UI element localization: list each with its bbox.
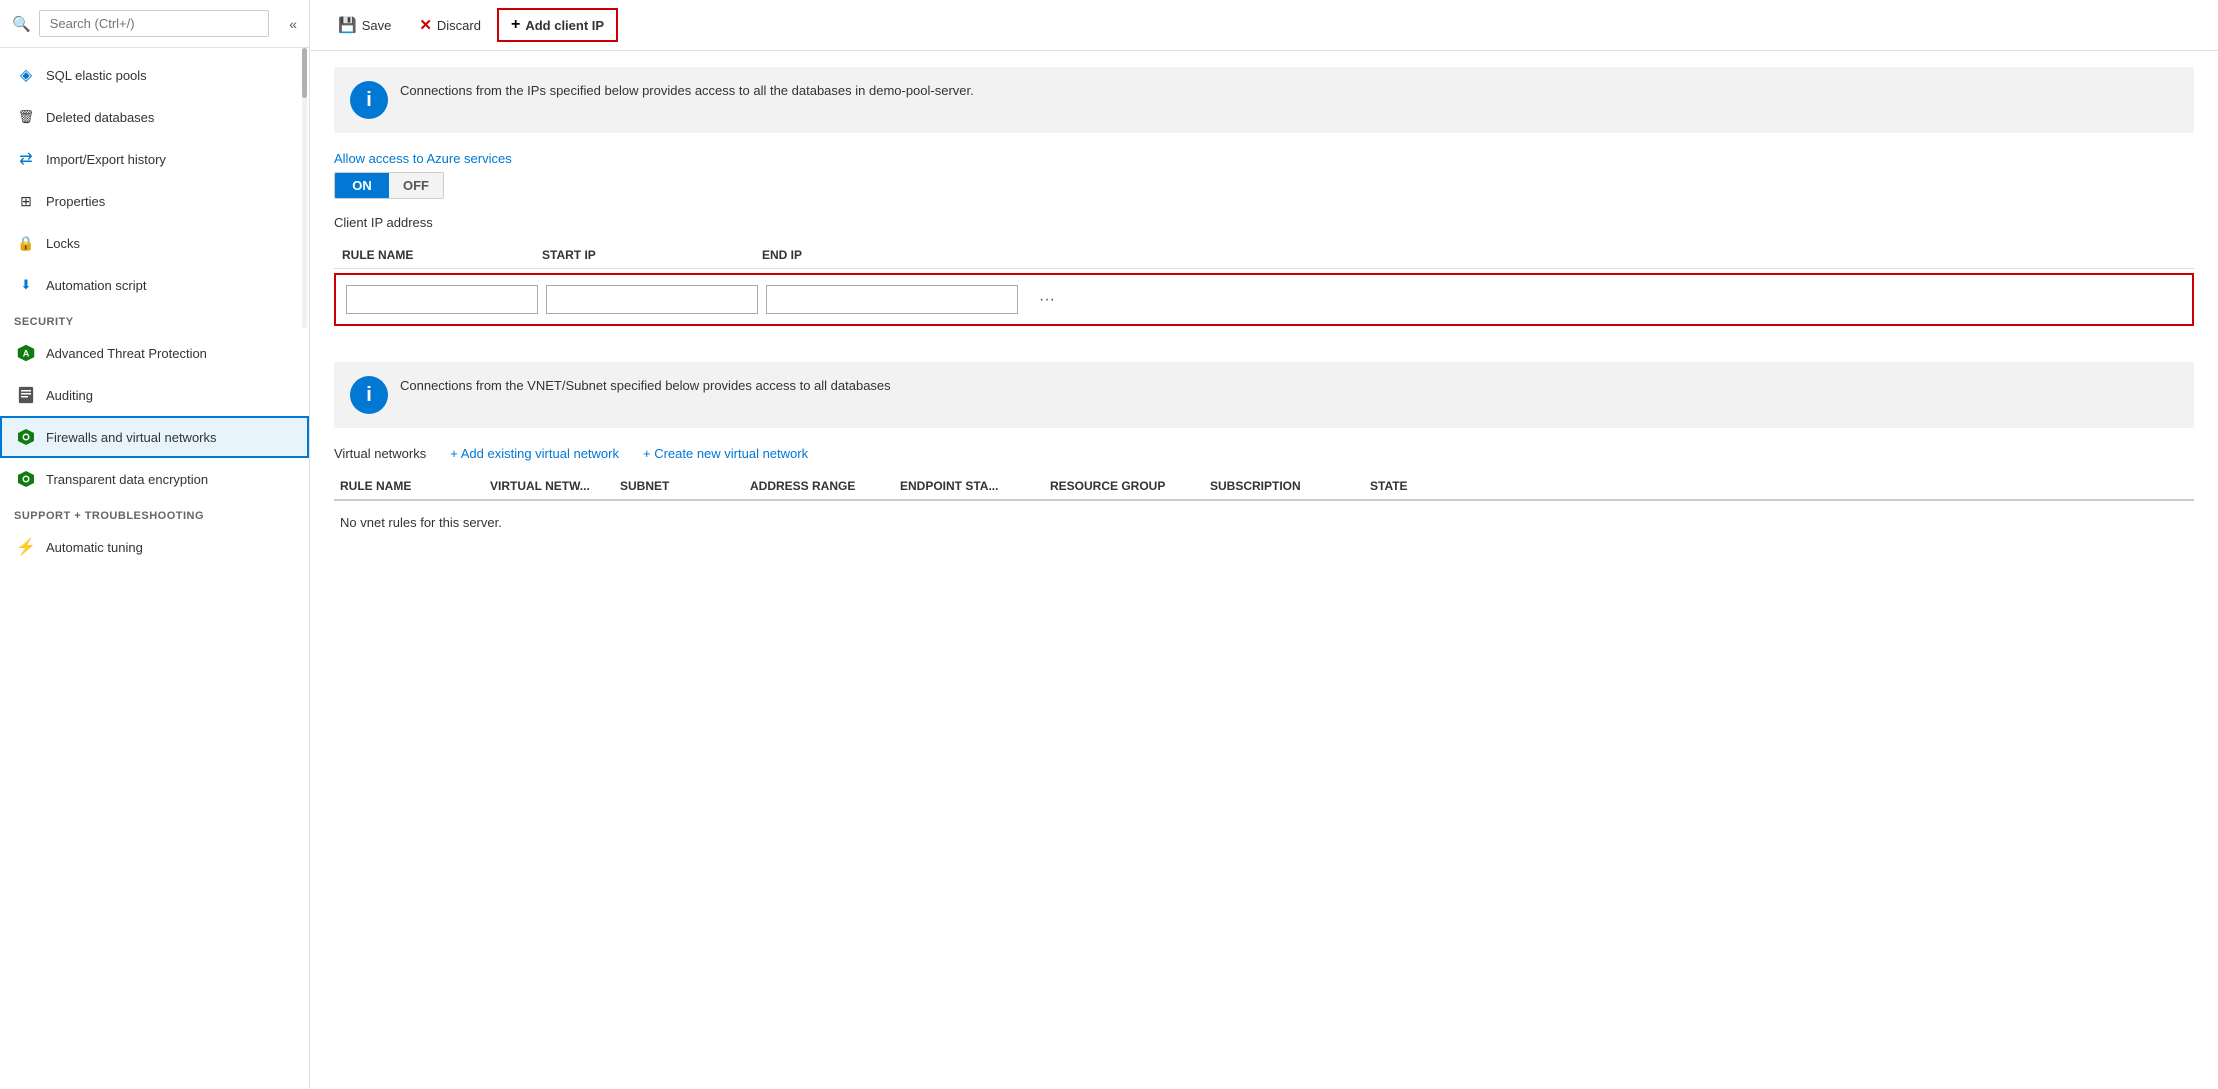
toggle-on-button[interactable]: ON xyxy=(335,173,389,198)
add-icon: + xyxy=(511,16,520,34)
sidebar-item-label: Import/Export history xyxy=(46,152,166,167)
sidebar-item-label: Locks xyxy=(46,236,80,251)
vnet-empty-message: No vnet rules for this server. xyxy=(334,501,2194,544)
automation-script-icon: ⬇ xyxy=(16,275,36,295)
client-ip-label: Client IP address xyxy=(334,215,2194,230)
save-button[interactable]: 💾 Save xyxy=(326,10,403,40)
sidebar-item-label: Automation script xyxy=(46,278,146,293)
toolbar: 💾 Save ✕ Discard + Add client IP xyxy=(310,0,2218,51)
search-input[interactable] xyxy=(39,10,269,37)
vnet-address-range-col: ADDRESS RANGE xyxy=(744,479,894,493)
end-ip-header: END IP xyxy=(754,248,1014,262)
discard-button[interactable]: ✕ Discard xyxy=(407,10,493,40)
vnet-subnet-col: SUBNET xyxy=(614,479,744,493)
create-new-vnet-link[interactable]: + Create new virtual network xyxy=(643,446,808,461)
sidebar-list: ◈ SQL elastic pools 🗑 Deleted databases … xyxy=(0,48,309,1089)
deleted-databases-icon: 🗑 xyxy=(16,107,36,127)
info-icon-1: i xyxy=(350,81,388,119)
rule-name-input[interactable] xyxy=(346,285,538,314)
vnet-rule-name-col: RULE NAME xyxy=(334,479,484,493)
sidebar-item-auto-tuning[interactable]: ⚡ Automatic tuning xyxy=(0,526,309,568)
tde-icon xyxy=(16,469,36,489)
sidebar-item-label: Deleted databases xyxy=(46,110,154,125)
svg-text:A: A xyxy=(23,349,30,359)
auto-tuning-icon: ⚡ xyxy=(16,537,36,557)
sidebar-item-label: Properties xyxy=(46,194,105,209)
section-divider xyxy=(334,342,2194,362)
sidebar-item-tde[interactable]: Transparent data encryption xyxy=(0,458,309,500)
vnet-subscription-col: SUBSCRIPTION xyxy=(1204,479,1364,493)
vnet-resource-group-col: RESOURCE GROUP xyxy=(1044,479,1204,493)
properties-icon: ⊞ xyxy=(16,191,36,211)
support-section-label: SUPPORT + TROUBLESHOOTING xyxy=(0,500,309,526)
sidebar-item-label: Automatic tuning xyxy=(46,540,143,555)
toggle-off-button[interactable]: OFF xyxy=(389,173,443,198)
rule-table-header: RULE NAME START IP END IP xyxy=(334,242,2194,269)
add-existing-vnet-link[interactable]: + Add existing virtual network xyxy=(450,446,619,461)
toggle-label: Allow access to Azure services xyxy=(334,151,2194,166)
collapse-sidebar-button[interactable]: « xyxy=(289,16,297,32)
sidebar-item-label: Firewalls and virtual networks xyxy=(46,430,217,445)
main-content: 💾 Save ✕ Discard + Add client IP i Conne… xyxy=(310,0,2218,1089)
sidebar-item-advanced-threat[interactable]: A Advanced Threat Protection xyxy=(0,332,309,374)
sidebar-item-label: Advanced Threat Protection xyxy=(46,346,207,361)
auditing-icon xyxy=(16,385,36,405)
sidebar-item-sql-elastic-pools[interactable]: ◈ SQL elastic pools xyxy=(0,54,309,96)
sidebar: 🔍 « ◈ SQL elastic pools 🗑 Deleted databa… xyxy=(0,0,310,1089)
vnet-section: Virtual networks + Add existing virtual … xyxy=(334,446,2194,544)
info-box-ip: i Connections from the IPs specified bel… xyxy=(334,67,2194,133)
actions-header xyxy=(1014,248,1064,262)
sidebar-item-auditing[interactable]: Auditing xyxy=(0,374,309,416)
add-client-ip-button[interactable]: + Add client IP xyxy=(497,8,618,42)
sidebar-item-firewalls[interactable]: Firewalls and virtual networks xyxy=(0,416,309,458)
rule-name-header: RULE NAME xyxy=(334,248,534,262)
content-area: i Connections from the IPs specified bel… xyxy=(310,51,2218,1089)
discard-icon: ✕ xyxy=(419,16,432,34)
vnet-virtual-network-col: VIRTUAL NETW... xyxy=(484,479,614,493)
sidebar-search-bar: 🔍 « xyxy=(0,0,309,48)
start-ip-input[interactable] xyxy=(546,285,758,314)
info-box-vnet: i Connections from the VNET/Subnet speci… xyxy=(334,362,2194,428)
search-icon: 🔍 xyxy=(12,15,31,33)
vnet-endpoint-status-col: ENDPOINT STA... xyxy=(894,479,1044,493)
scrollbar-thumb[interactable] xyxy=(302,48,307,98)
vnet-table-header: RULE NAME VIRTUAL NETW... SUBNET ADDRESS… xyxy=(334,473,2194,501)
info-text-1: Connections from the IPs specified below… xyxy=(400,81,974,101)
info-text-2: Connections from the VNET/Subnet specifi… xyxy=(400,376,891,396)
import-export-icon: ⇄ xyxy=(16,149,36,169)
vnet-state-col: STATE xyxy=(1364,479,1464,493)
sidebar-item-label: SQL elastic pools xyxy=(46,68,147,83)
toggle-group: ON OFF xyxy=(334,172,444,199)
toggle-section: Allow access to Azure services ON OFF xyxy=(334,151,2194,199)
sidebar-item-import-export[interactable]: ⇄ Import/Export history xyxy=(0,138,309,180)
sidebar-item-label: Auditing xyxy=(46,388,93,403)
sidebar-item-deleted-databases[interactable]: 🗑 Deleted databases xyxy=(0,96,309,138)
firewall-icon xyxy=(16,427,36,447)
firewall-rule-row: ··· xyxy=(334,273,2194,326)
sidebar-item-automation-script[interactable]: ⬇ Automation script xyxy=(0,264,309,306)
sidebar-item-label: Transparent data encryption xyxy=(46,472,208,487)
security-section-label: SECURITY xyxy=(0,306,309,332)
save-icon: 💾 xyxy=(338,16,357,34)
vnet-actions: Virtual networks + Add existing virtual … xyxy=(334,446,2194,461)
advanced-threat-icon: A xyxy=(16,343,36,363)
row-ellipsis-button[interactable]: ··· xyxy=(1022,287,1072,313)
sql-elastic-pools-icon: ◈ xyxy=(16,65,36,85)
locks-icon: 🔒 xyxy=(16,233,36,253)
sidebar-item-properties[interactable]: ⊞ Properties xyxy=(0,180,309,222)
info-icon-2: i xyxy=(350,376,388,414)
sidebar-item-locks[interactable]: 🔒 Locks xyxy=(0,222,309,264)
start-ip-header: START IP xyxy=(534,248,754,262)
scrollbar-track xyxy=(302,48,307,328)
end-ip-input[interactable] xyxy=(766,285,1018,314)
vnet-section-label: Virtual networks xyxy=(334,446,426,461)
